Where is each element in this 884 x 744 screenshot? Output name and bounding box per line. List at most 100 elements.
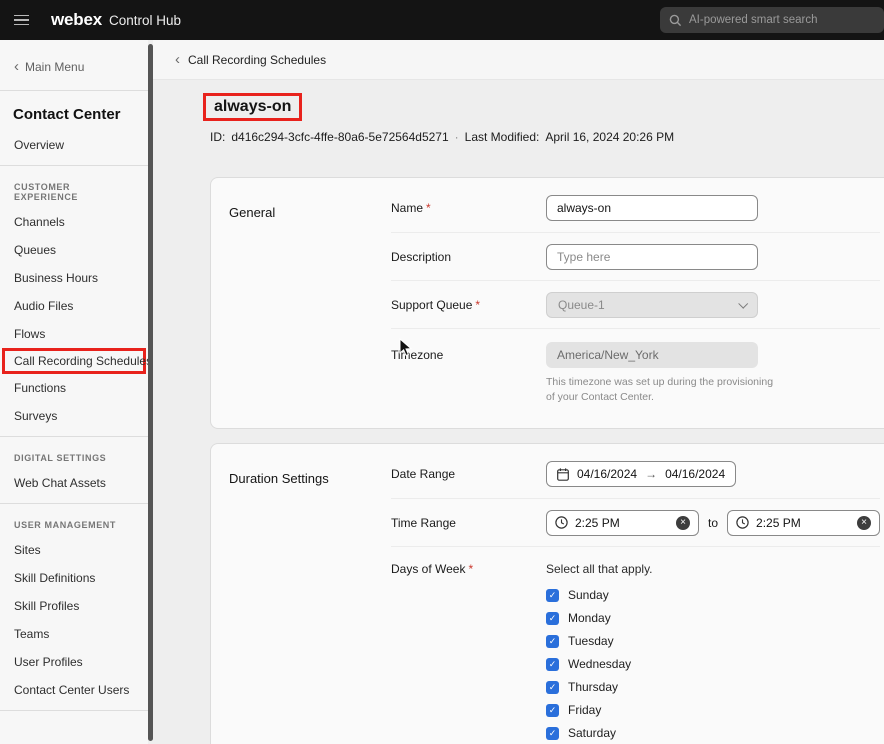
- clear-time-start-button[interactable]: ×: [676, 516, 690, 530]
- day-checkbox-sunday[interactable]: ✓ Sunday: [546, 588, 653, 602]
- name-label: Name*: [391, 201, 546, 215]
- calendar-icon: [557, 468, 569, 481]
- time-range-label: Time Range: [391, 516, 546, 530]
- chevron-left-icon: ‹: [14, 62, 19, 72]
- name-row: Name*: [391, 184, 880, 232]
- day-checkbox-saturday[interactable]: ✓ Saturday: [546, 726, 653, 740]
- sidebar-item-functions[interactable]: Functions: [0, 374, 148, 402]
- checkbox-checked-icon[interactable]: ✓: [546, 635, 559, 648]
- sidebar-item-channels[interactable]: Channels: [0, 208, 148, 236]
- topbar: webex Control Hub: [0, 0, 884, 40]
- sidebar-item-overview[interactable]: Overview: [0, 131, 148, 159]
- day-label: Saturday: [568, 726, 616, 740]
- checkbox-checked-icon[interactable]: ✓: [546, 681, 559, 694]
- id-value: d416c294-3cfc-4ffe-80a6-5e72564d5271: [231, 130, 448, 144]
- day-label: Monday: [568, 611, 611, 625]
- sidebar-title: Contact Center: [0, 91, 148, 131]
- day-label: Tuesday: [568, 634, 614, 648]
- checkbox-checked-icon[interactable]: ✓: [546, 658, 559, 671]
- date-range-row: Date Range 04/16/2024 → 04/16/2024: [391, 450, 880, 498]
- hamburger-menu-icon[interactable]: [14, 15, 29, 26]
- required-marker: *: [475, 298, 480, 312]
- general-section-title: General: [229, 184, 391, 220]
- days-hint: Select all that apply.: [546, 562, 653, 576]
- support-queue-select[interactable]: Queue-1: [546, 292, 758, 318]
- timezone-field: America/New_York: [546, 342, 758, 368]
- time-start-value: 2:25 PM: [575, 516, 620, 530]
- clock-icon: [555, 516, 568, 529]
- sidebar-item-web-chat-assets[interactable]: Web Chat Assets: [0, 469, 148, 497]
- timezone-value: America/New_York: [557, 348, 659, 362]
- time-end-value: 2:25 PM: [756, 516, 801, 530]
- date-end-value: 04/16/2024: [665, 467, 725, 481]
- sidebar-item-surveys[interactable]: Surveys: [0, 402, 148, 430]
- search-input[interactable]: [689, 14, 875, 26]
- date-start-value: 04/16/2024: [577, 467, 637, 481]
- breadcrumb[interactable]: ‹ Call Recording Schedules: [153, 40, 884, 80]
- sidebar-item-skill-definitions[interactable]: Skill Definitions: [0, 564, 148, 592]
- duration-settings-card: Duration Settings Date Range 04/16/2024 …: [210, 443, 884, 744]
- id-label: ID:: [210, 130, 225, 144]
- time-start-picker[interactable]: 2:25 PM ×: [546, 510, 699, 536]
- webex-logo: webex: [51, 10, 102, 30]
- day-checkbox-wednesday[interactable]: ✓ Wednesday: [546, 657, 653, 671]
- checkbox-checked-icon[interactable]: ✓: [546, 727, 559, 740]
- page-content: always-on ID: d416c294-3cfc-4ffe-80a6-5e…: [153, 80, 884, 744]
- support-queue-label: Support Queue*: [391, 298, 546, 312]
- general-card: General Name* Description Support Queue*: [210, 177, 884, 429]
- sidebar-item-flows[interactable]: Flows: [0, 320, 148, 348]
- duration-section-title: Duration Settings: [229, 450, 391, 486]
- meta-separator: ·: [455, 130, 459, 144]
- checkbox-checked-icon[interactable]: ✓: [546, 704, 559, 717]
- time-end-picker[interactable]: 2:25 PM ×: [727, 510, 880, 536]
- divider: [0, 710, 148, 711]
- arrow-right-icon: →: [645, 467, 657, 481]
- sidebar-item-skill-profiles[interactable]: Skill Profiles: [0, 592, 148, 620]
- sidebar-item-business-hours[interactable]: Business Hours: [0, 264, 148, 292]
- sidebar-scrollbar[interactable]: [148, 44, 153, 741]
- main-menu-back-button[interactable]: ‹ Main Menu: [0, 46, 148, 90]
- day-checkbox-tuesday[interactable]: ✓ Tuesday: [546, 634, 653, 648]
- chevron-down-icon: [738, 299, 748, 309]
- sidebar-item-queues[interactable]: Queues: [0, 236, 148, 264]
- time-range-row: Time Range 2:25 PM × to 2:: [391, 498, 880, 546]
- sidebar-item-teams[interactable]: Teams: [0, 620, 148, 648]
- day-label: Thursday: [568, 680, 618, 694]
- breadcrumb-label: Call Recording Schedules: [188, 53, 326, 67]
- sidebar-item-audio-files[interactable]: Audio Files: [0, 292, 148, 320]
- required-marker: *: [468, 562, 473, 576]
- days-of-week-row: Days of Week* Select all that apply. ✓ S…: [391, 546, 880, 744]
- sidebar-item-user-profiles[interactable]: User Profiles: [0, 648, 148, 676]
- sidebar-item-contact-center-users[interactable]: Contact Center Users: [0, 676, 148, 704]
- clear-time-end-button[interactable]: ×: [857, 516, 871, 530]
- name-input[interactable]: [546, 195, 758, 221]
- app-window: webex Control Hub ‹ Main Menu Contact Ce…: [0, 0, 884, 744]
- day-label: Sunday: [568, 588, 609, 602]
- day-checkbox-thursday[interactable]: ✓ Thursday: [546, 680, 653, 694]
- section-label-user-management: USER MANAGEMENT: [0, 504, 148, 536]
- timezone-row: Timezone America/New_York This timezone …: [391, 328, 880, 418]
- date-range-picker[interactable]: 04/16/2024 → 04/16/2024: [546, 461, 736, 487]
- main-area: ‹ Call Recording Schedules always-on ID:…: [153, 40, 884, 744]
- sidebar: ‹ Main Menu Contact Center Overview CUST…: [0, 40, 148, 744]
- sidebar-item-sites[interactable]: Sites: [0, 536, 148, 564]
- required-marker: *: [426, 201, 431, 215]
- time-join-label: to: [708, 516, 718, 530]
- product-name: Control Hub: [109, 13, 181, 28]
- checkbox-checked-icon[interactable]: ✓: [546, 589, 559, 602]
- day-checkbox-monday[interactable]: ✓ Monday: [546, 611, 653, 625]
- section-label-digital-settings: DIGITAL SETTINGS: [0, 437, 148, 469]
- page-meta: ID: d416c294-3cfc-4ffe-80a6-5e72564d5271…: [210, 130, 884, 144]
- description-input[interactable]: [546, 244, 758, 270]
- last-modified-value: April 16, 2024 20:26 PM: [545, 130, 674, 144]
- checkbox-checked-icon[interactable]: ✓: [546, 612, 559, 625]
- description-row: Description: [391, 232, 880, 280]
- timezone-help-text: This timezone was set up during the prov…: [546, 375, 778, 404]
- clock-icon: [736, 516, 749, 529]
- search-icon: [669, 14, 682, 27]
- description-label: Description: [391, 250, 546, 264]
- sidebar-item-call-recording-schedules[interactable]: Call Recording Schedules: [2, 348, 146, 374]
- global-search[interactable]: [660, 7, 884, 33]
- support-queue-value: Queue-1: [558, 298, 605, 312]
- day-checkbox-friday[interactable]: ✓ Friday: [546, 703, 653, 717]
